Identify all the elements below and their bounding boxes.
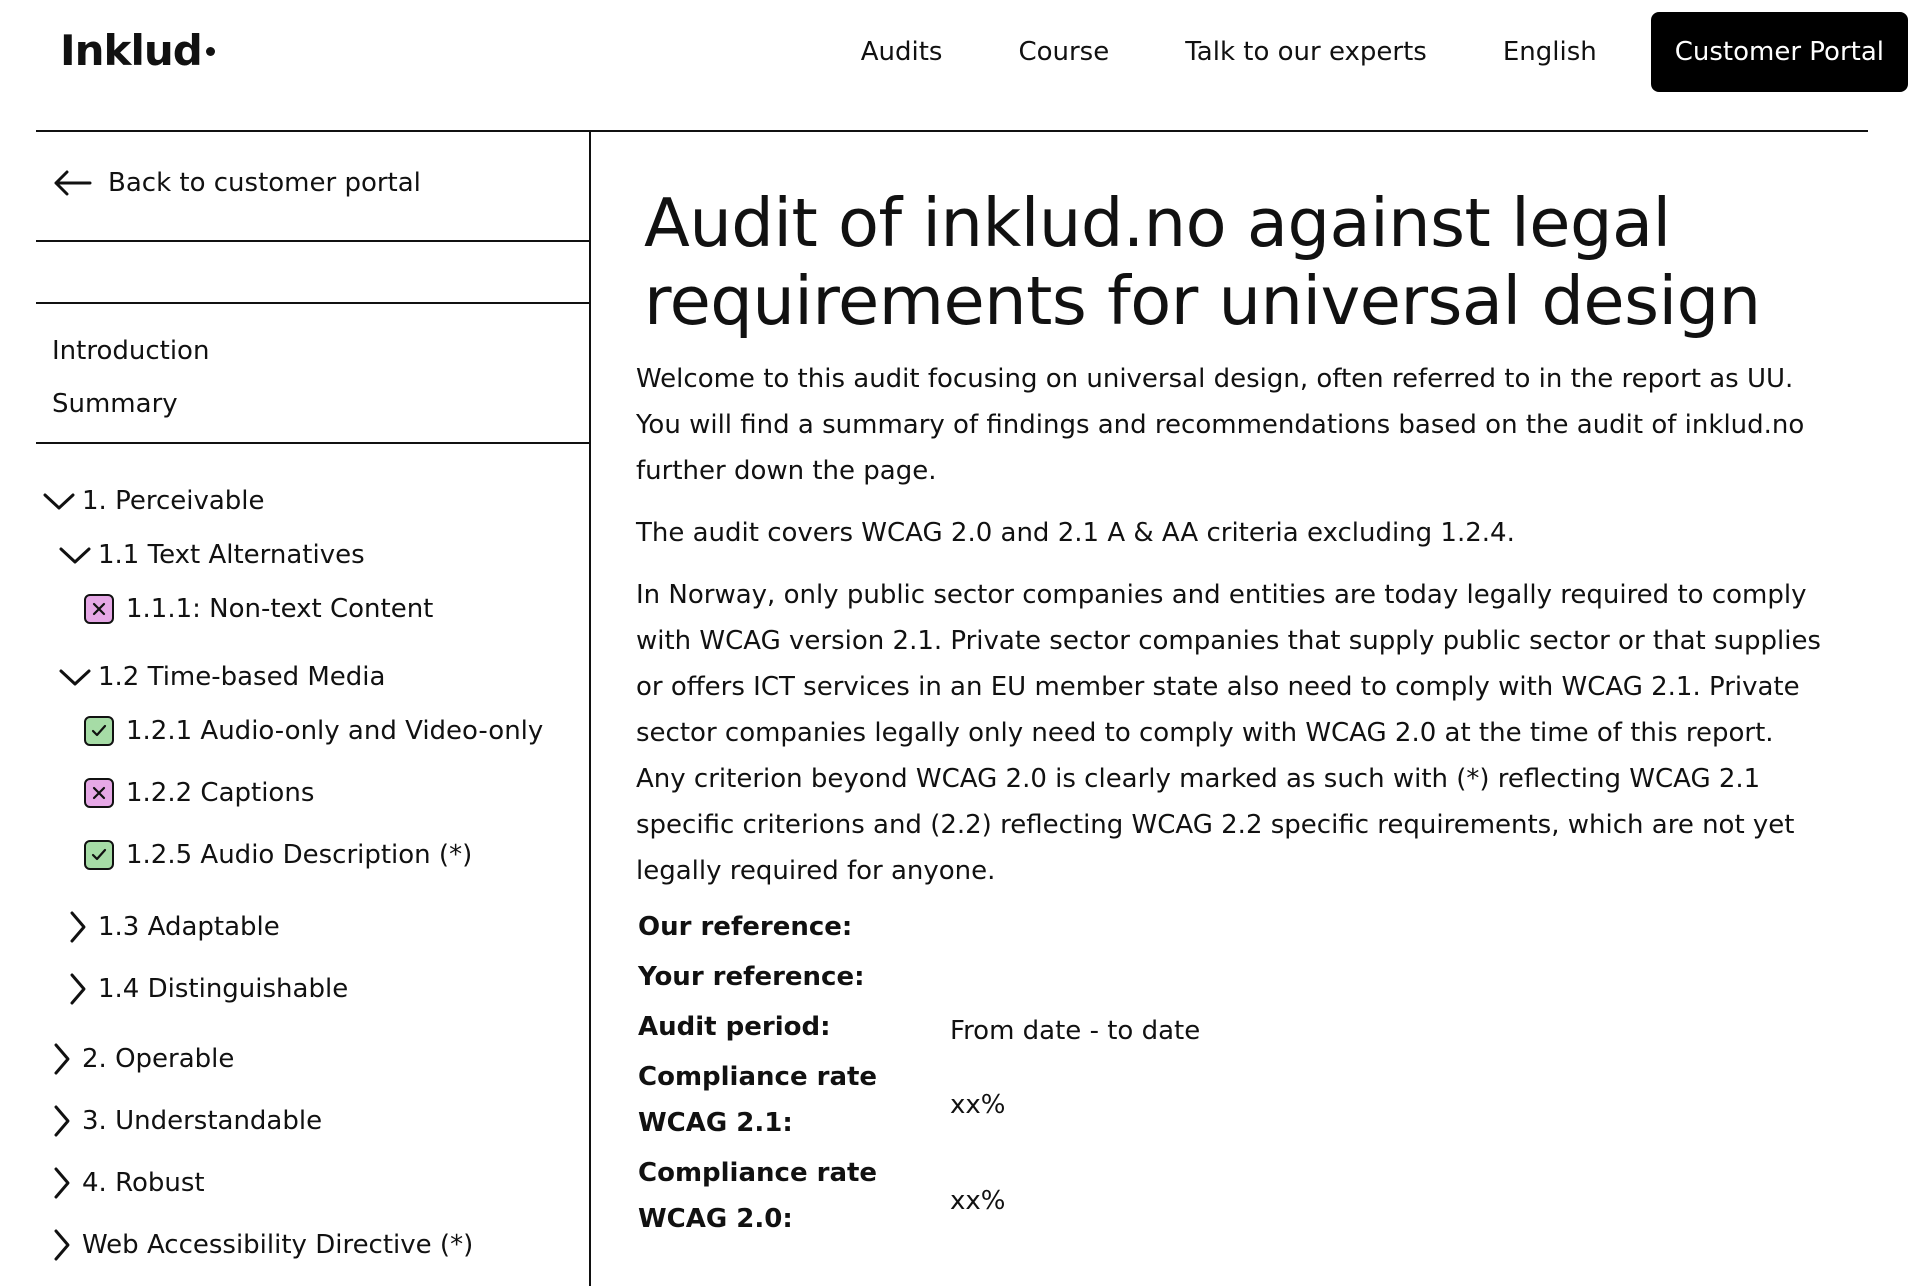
- tree-item-label: 1.2.5 Audio Description (*): [126, 840, 473, 870]
- sidebar-divider: [36, 240, 589, 242]
- tree-item-label: 3. Understandable: [82, 1106, 323, 1136]
- chevron-down-icon: [59, 547, 91, 564]
- sidebar-divider: [36, 302, 589, 304]
- tree-item-label: 4. Robust: [82, 1168, 205, 1198]
- fail-status-icon: [84, 778, 114, 808]
- legal-paragraph: In Norway, only public sector companies …: [636, 580, 1821, 886]
- chevron-right-icon: [54, 1167, 70, 1199]
- customer-portal-button[interactable]: Customer Portal: [1650, 12, 1908, 92]
- chevron-down-icon: [43, 493, 75, 510]
- audit-period-value: From date - to date: [950, 1016, 1201, 1046]
- audit-period-label: Audit period:: [638, 1012, 831, 1042]
- chevron-right-icon: [54, 1043, 70, 1075]
- nav-course[interactable]: Course: [1018, 37, 1109, 67]
- sidebar: Back to customer portal Introduction Sum…: [36, 132, 591, 1286]
- tree-item-distinguishable[interactable]: 1.4 Distinguishable: [64, 972, 348, 1006]
- tree-item-label: Web Accessibility Directive (*): [82, 1230, 474, 1260]
- chevron-right-icon: [70, 911, 86, 943]
- tree-item-label: 1.1 Text Alternatives: [98, 540, 365, 570]
- pass-status-icon: [84, 840, 114, 870]
- pass-status-icon: [84, 716, 114, 746]
- our-reference-label: Our reference:: [638, 912, 853, 942]
- tree-item-1-2-2[interactable]: 1.2.2 Captions: [84, 778, 314, 808]
- tree-item-text-alternatives[interactable]: 1.1 Text Alternatives: [58, 540, 365, 570]
- compliance-21-label: Compliance rate WCAG 2.1:: [638, 1062, 878, 1138]
- compliance-20-label: Compliance rate WCAG 2.0:: [638, 1158, 878, 1234]
- tree-item-time-based-media[interactable]: 1.2 Time-based Media: [58, 662, 385, 692]
- chevron-right-icon: [70, 973, 86, 1005]
- tree-item-operable[interactable]: 2. Operable: [48, 1042, 234, 1076]
- tree-item-label: 1. Perceivable: [82, 486, 265, 516]
- site-header: Inklud Audits Course Talk to our experts…: [0, 0, 1920, 130]
- chevron-right-icon: [54, 1229, 70, 1261]
- intro-paragraph: Welcome to this audit focusing on univer…: [636, 364, 1805, 486]
- chevron-down-icon: [59, 669, 91, 686]
- arrow-left-icon: [54, 170, 92, 196]
- logo-dot-icon: [205, 47, 215, 56]
- tree-item-label: 2. Operable: [82, 1044, 235, 1074]
- tree-item-web-accessibility-directive[interactable]: Web Accessibility Directive (*): [48, 1228, 473, 1262]
- tree-item-label: 1.2.1 Audio-only and Video-only: [126, 716, 544, 746]
- compliance-20-value: xx%: [950, 1186, 1006, 1216]
- back-link-label: Back to customer portal: [108, 168, 421, 198]
- nav-language[interactable]: English: [1503, 37, 1597, 67]
- tree-item-label: 1.4 Distinguishable: [98, 974, 349, 1004]
- sidebar-divider: [36, 442, 589, 444]
- tree-item-understandable[interactable]: 3. Understandable: [48, 1104, 322, 1138]
- tree-item-robust[interactable]: 4. Robust: [48, 1166, 205, 1200]
- tree-item-label: 1.2 Time-based Media: [98, 662, 386, 692]
- tree-item-label: 1.2.2 Captions: [126, 778, 315, 808]
- tree-item-perceivable[interactable]: 1. Perceivable: [42, 486, 265, 516]
- logo-text: Inklud: [60, 26, 203, 75]
- sidebar-link-introduction[interactable]: Introduction: [52, 336, 209, 366]
- main-nav: Audits Course Talk to our experts Englis…: [861, 12, 1908, 92]
- site-logo[interactable]: Inklud: [60, 26, 215, 75]
- back-to-portal-link[interactable]: Back to customer portal: [52, 168, 421, 198]
- fail-status-icon: [84, 594, 114, 624]
- tree-item-1-1-1[interactable]: 1.1.1: Non-text Content: [84, 594, 433, 624]
- nav-audits[interactable]: Audits: [861, 37, 943, 67]
- compliance-21-value: xx%: [950, 1090, 1006, 1120]
- tree-item-adaptable[interactable]: 1.3 Adaptable: [64, 910, 280, 944]
- sidebar-link-summary[interactable]: Summary: [52, 389, 178, 419]
- tree-item-label: 1.3 Adaptable: [98, 912, 280, 942]
- chevron-right-icon: [54, 1105, 70, 1137]
- nav-talk-to-experts[interactable]: Talk to our experts: [1185, 37, 1427, 67]
- tree-item-1-2-5[interactable]: 1.2.5 Audio Description (*): [84, 840, 472, 870]
- tree-item-1-2-1[interactable]: 1.2.1 Audio-only and Video-only: [84, 716, 543, 746]
- your-reference-label: Your reference:: [638, 962, 865, 992]
- page-title: Audit of inklud.no against legal require…: [644, 184, 1761, 340]
- scope-paragraph: The audit covers WCAG 2.0 and 2.1 A & AA…: [636, 518, 1515, 548]
- tree-item-label: 1.1.1: Non-text Content: [126, 594, 434, 624]
